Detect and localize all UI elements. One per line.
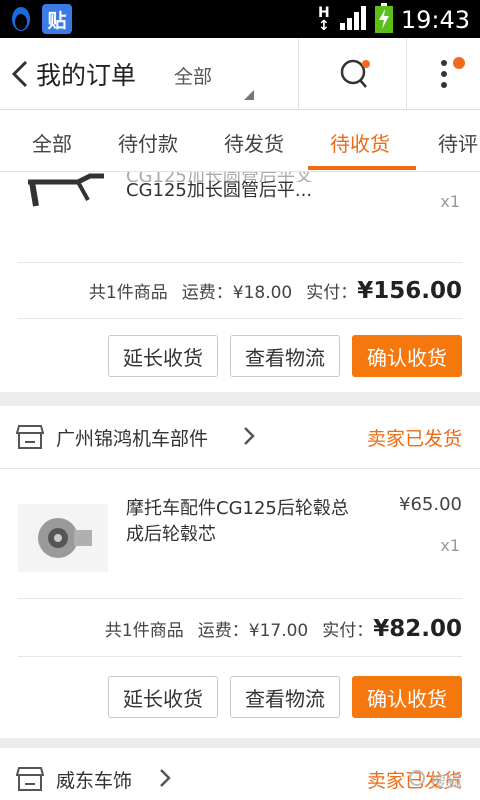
divider	[18, 656, 462, 657]
product-thumbnail[interactable]	[18, 504, 108, 572]
extend-receipt-button[interactable]: 延长收货	[108, 676, 218, 718]
search-icon[interactable]	[338, 56, 374, 92]
tieba-app-icon: 贴	[42, 4, 72, 34]
paid-label: 实付：	[306, 283, 358, 303]
status-bar: 贴 H ↕ 19:43	[0, 0, 480, 38]
order-card: CG125加长圆管后平叉 CG125加长圆管后平... x1 共1件商品 运费：…	[0, 172, 480, 392]
confirm-receipt-button[interactable]: 确认收货	[352, 676, 462, 718]
divider	[18, 318, 462, 319]
shop-header[interactable]: 广州锦鸿机车部件 卖家已发货	[0, 406, 480, 468]
tab-pending-receipt[interactable]: 待收货	[330, 128, 390, 157]
watermark-logo-icon	[408, 769, 426, 791]
back-arrow-icon[interactable]	[8, 58, 32, 90]
paid-label: 实付：	[322, 621, 374, 641]
product-title[interactable]: CG125加长圆管后平...	[126, 178, 366, 204]
more-menu-icon[interactable]	[432, 56, 472, 92]
shop-name[interactable]: 广州锦鸿机车部件	[56, 424, 208, 451]
active-tab-indicator	[308, 166, 416, 170]
shipping-fee: 运费：¥17.00	[197, 621, 309, 641]
item-count: 共1件商品	[88, 283, 168, 303]
signal-icon	[339, 5, 367, 35]
tab-all[interactable]: 全部	[32, 128, 72, 157]
store-icon	[15, 766, 45, 792]
tab-pending-shipment[interactable]: 待发货	[224, 128, 284, 157]
app-header: 我的订单 全部	[0, 38, 480, 110]
order-card: 广州锦鸿机车部件 卖家已发货 摩托车配件CG125后轮毂总成后轮毂芯 ¥65.0…	[0, 406, 480, 738]
order-status: 卖家已发货	[366, 428, 462, 450]
order-status-tabs: 全部 待付款 待发货 待收货 待评	[0, 110, 480, 172]
network-type-icon: H ↕	[317, 5, 330, 34]
header-divider	[406, 38, 407, 110]
extend-receipt-button[interactable]: 延长收货	[108, 335, 218, 377]
header-divider	[298, 38, 299, 110]
divider	[18, 262, 462, 263]
order-total: ¥82.00	[373, 616, 462, 642]
product-quantity: x1	[440, 536, 460, 555]
store-icon	[15, 424, 45, 450]
battery-charging-icon	[374, 3, 393, 37]
item-count: 共1件商品	[104, 621, 184, 641]
shop-name[interactable]: 威东车饰	[56, 766, 132, 793]
order-summary: 共1件商品 运费：¥18.00 实付：¥156.00	[89, 278, 462, 304]
view-logistics-button[interactable]: 查看物流	[230, 676, 340, 718]
divider	[0, 468, 480, 469]
tab-pending-payment[interactable]: 待付款	[118, 128, 178, 157]
unit-price: ¥65.00	[399, 494, 462, 515]
divider	[18, 598, 462, 599]
tab-pending-review[interactable]: 待评	[438, 128, 478, 157]
chevron-right-icon	[158, 768, 172, 788]
order-total: ¥156.00	[357, 278, 462, 304]
order-filter-dropdown[interactable]: 全部	[174, 62, 212, 89]
product-quantity: x1	[440, 192, 460, 211]
qq-penguin-icon	[8, 4, 34, 34]
shipping-fee: 运费：¥18.00	[181, 283, 293, 303]
order-list: CG125加长圆管后平叉 CG125加长圆管后平... x1 共1件商品 运费：…	[0, 172, 480, 800]
dropdown-corner-icon	[244, 90, 254, 100]
confirm-receipt-button[interactable]: 确认收货	[352, 335, 462, 377]
product-thumbnail[interactable]	[18, 172, 108, 220]
view-logistics-button[interactable]: 查看物流	[230, 335, 340, 377]
order-summary: 共1件商品 运费：¥17.00 实付：¥82.00	[105, 616, 462, 642]
product-title[interactable]: 摩托车配件CG125后轮毂总成后轮毂芯	[126, 496, 366, 548]
chevron-right-icon	[242, 426, 256, 446]
page-title: 我的订单	[36, 61, 137, 90]
watermark: 搜狐	[408, 768, 462, 792]
clock: 19:43	[400, 6, 470, 34]
